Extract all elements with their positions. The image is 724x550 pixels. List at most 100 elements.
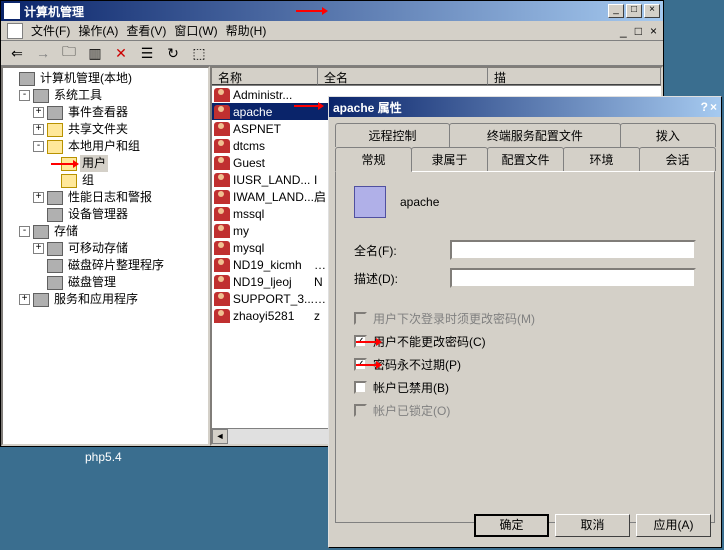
tree-services[interactable]: 服务和应用程序 [52, 291, 140, 308]
user-name: SUPPORT_3... [233, 292, 314, 306]
menu-window[interactable]: 窗口(W) [174, 22, 217, 39]
menu-file[interactable]: 文件(F) [31, 22, 70, 39]
tab-dialin[interactable]: 拨入 [620, 123, 716, 147]
annotation-arrow [356, 364, 380, 366]
maximize-button[interactable]: □ [626, 4, 642, 18]
annotation-arrow [296, 10, 326, 12]
chk-mustchange-label: 用户下次登录时须更改密码(M) [373, 310, 535, 327]
user-icon [214, 88, 230, 102]
annotation-arrow [356, 341, 380, 343]
tab-sessions[interactable]: 会话 [639, 147, 716, 171]
event-icon [47, 106, 63, 120]
fullname-label: 全名(F): [354, 242, 450, 259]
tab-env[interactable]: 环境 [563, 147, 640, 171]
apply-button[interactable]: 应用(A) [636, 514, 711, 537]
user-icon [214, 275, 230, 289]
user-fullname: N [314, 275, 323, 289]
dialog-close-button[interactable]: × [710, 100, 717, 114]
tree-removable[interactable]: 可移动存储 [66, 240, 130, 257]
user-fullname: … [314, 292, 326, 306]
col-desc[interactable]: 描 [488, 68, 661, 85]
mmc-titlebar[interactable]: 计算机管理 _ □ × [1, 1, 663, 21]
tree-pane[interactable]: 计算机管理(本地) - 系统工具 + 事件查看器 + 共享文件夹 - 本地用户和组 用户… [1, 66, 210, 446]
expand-toggle[interactable]: - [19, 226, 30, 237]
expand-toggle[interactable]: + [33, 192, 44, 203]
forward-button[interactable]: → [33, 43, 53, 63]
scroll-left-button[interactable]: ◄ [212, 429, 228, 444]
expand-toggle[interactable]: + [33, 243, 44, 254]
folder-icon [47, 140, 63, 154]
dialog-titlebar[interactable]: apache 属性 ? × [329, 97, 721, 117]
perf-icon [47, 191, 63, 205]
tree-systools[interactable]: 系统工具 [52, 87, 104, 104]
user-name: apache [233, 105, 272, 119]
user-fullname: 启 [314, 188, 326, 205]
tab-tsprofile[interactable]: 终端服务配置文件 [449, 123, 621, 147]
chk-disabled-label[interactable]: 帐户已禁用(B) [373, 379, 449, 396]
expand-toggle[interactable]: - [33, 141, 44, 152]
refresh-button[interactable]: ↻ [163, 43, 183, 63]
back-button[interactable]: ⇐ [7, 43, 27, 63]
menu-action[interactable]: 操作(A) [78, 22, 118, 39]
removable-icon [47, 242, 63, 256]
tree-eventviewer[interactable]: 事件查看器 [66, 104, 130, 121]
tab-profile[interactable]: 配置文件 [487, 147, 564, 171]
user-large-icon [354, 186, 386, 218]
expand-toggle[interactable]: + [33, 124, 44, 135]
delete-button[interactable]: ✕ [111, 43, 131, 63]
expand-toggle[interactable]: + [19, 294, 30, 305]
minimize-button[interactable]: _ [608, 4, 624, 18]
close-button[interactable]: × [644, 4, 660, 18]
tree-devmgr[interactable]: 设备管理器 [66, 206, 130, 223]
tree-root[interactable]: 计算机管理(本地) [38, 70, 134, 87]
desc-input[interactable] [450, 268, 696, 288]
properties-button[interactable]: ☰ [137, 43, 157, 63]
cancel-button[interactable]: 取消 [555, 514, 630, 537]
tree-storage[interactable]: 存储 [52, 223, 80, 240]
help-button[interactable]: ? [701, 100, 708, 114]
chk-cannotchange-label[interactable]: 用户不能更改密码(C) [373, 333, 486, 350]
user-icon [214, 122, 230, 136]
tree-localusers[interactable]: 本地用户和组 [66, 138, 142, 155]
tab-panel-general: apache 全名(F): 描述(D): 用户下次登录时须更改密码(M) ✓ 用… [335, 171, 715, 523]
tree-perflogs[interactable]: 性能日志和警报 [66, 189, 154, 206]
expand-toggle[interactable]: - [19, 90, 30, 101]
fullname-input[interactable] [450, 240, 696, 260]
child-minimize-button[interactable]: _ [620, 24, 627, 38]
user-icon [214, 309, 230, 323]
mmc-doc-icon [7, 23, 23, 39]
col-name[interactable]: 名称 [212, 68, 318, 85]
tree-sharedfolders[interactable]: 共享文件夹 [66, 121, 130, 138]
tree-diskmgmt[interactable]: 磁盘管理 [66, 274, 118, 291]
chk-disabled[interactable] [354, 381, 367, 394]
child-close-button[interactable]: × [650, 24, 657, 38]
user-icon [214, 292, 230, 306]
tree-groups[interactable]: 组 [80, 172, 96, 189]
tab-memberof[interactable]: 隶属于 [411, 147, 488, 171]
ok-button[interactable]: 确定 [474, 514, 549, 537]
user-name: zhaoyi5281 [233, 309, 294, 323]
tree-users[interactable]: 用户 [80, 155, 108, 172]
menu-view[interactable]: 查看(V) [126, 22, 166, 39]
window-title: 计算机管理 [24, 3, 301, 20]
export-button[interactable]: ⬚ [189, 43, 209, 63]
up-button[interactable]: 🗀 [59, 43, 79, 63]
tab-remote[interactable]: 远程控制 [335, 123, 450, 147]
user-icon [214, 173, 230, 187]
menubar: 文件(F) 操作(A) 查看(V) 窗口(W) 帮助(H) _ □ × [1, 21, 663, 41]
properties-dialog: apache 属性 ? × 远程控制 终端服务配置文件 拨入 常规 隶属于 配置… [328, 96, 722, 548]
chk-neverexpire-label[interactable]: 密码永不过期(P) [373, 356, 461, 373]
expand-toggle[interactable]: + [33, 107, 44, 118]
tab-general[interactable]: 常规 [335, 147, 412, 172]
tree-defrag[interactable]: 磁盘碎片整理程序 [66, 257, 166, 274]
annotation-arrow [294, 105, 322, 107]
menu-help[interactable]: 帮助(H) [226, 22, 267, 39]
user-icon [214, 258, 230, 272]
child-restore-button[interactable]: □ [635, 24, 642, 38]
user-name: dtcms [233, 139, 265, 153]
user-icon [214, 156, 230, 170]
user-fullname: I [314, 173, 317, 187]
device-icon [47, 208, 63, 222]
col-fullname[interactable]: 全名 [318, 68, 488, 85]
scope-button[interactable]: ▥ [85, 43, 105, 63]
